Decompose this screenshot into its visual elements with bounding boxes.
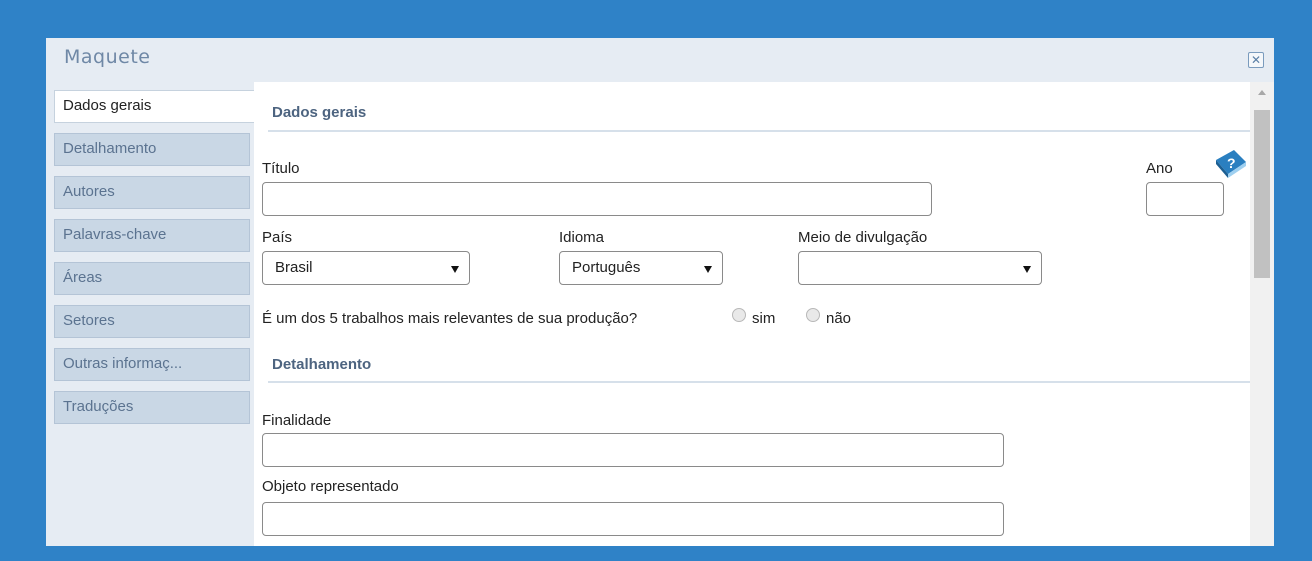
chevron-down-icon [1023,266,1031,273]
title-bar: Maquete ✕ [46,38,1274,82]
radio-nao-label: não [826,310,852,327]
titulo-label: Título [262,160,300,177]
dialog-window: Maquete ✕ Dados gerais Detalhamento Auto… [46,38,1274,546]
tab-palavras-chave[interactable]: Palavras-chave [54,219,250,252]
section-divider [268,130,1250,132]
pais-selected-value: Brasil [275,259,313,276]
finalidade-input[interactable] [262,433,1004,467]
tab-setores[interactable]: Setores [54,305,250,338]
section-title-detalhamento: Detalhamento [272,356,372,373]
tab-detalhamento[interactable]: Detalhamento [54,133,250,166]
scroll-thumb[interactable] [1254,110,1270,278]
form-content: Dados gerais ? Título Ano País Brasil Id… [254,82,1250,546]
idioma-label: Idioma [559,229,605,246]
chevron-down-icon [704,266,712,273]
section-title-dados-gerais: Dados gerais [272,104,367,121]
meio-divulgacao-select[interactable] [798,251,1042,285]
radio-nao[interactable] [806,308,820,322]
idioma-select[interactable]: Português [559,251,723,285]
tab-outras-informacoes[interactable]: Outras informaç... [54,348,250,381]
finalidade-label: Finalidade [262,412,332,429]
close-icon[interactable]: ✕ [1248,52,1264,68]
ano-input[interactable] [1146,182,1224,216]
pais-select[interactable]: Brasil [262,251,470,285]
section-divider [268,381,1250,383]
tab-areas[interactable]: Áreas [54,262,250,295]
pais-label: País [262,229,293,246]
relevante-question: É um dos 5 trabalhos mais relevantes de … [262,310,638,327]
window-title: Maquete [64,46,151,68]
chevron-down-icon [451,266,459,273]
sidebar: Dados gerais Detalhamento Autores Palavr… [46,82,254,546]
vertical-scrollbar[interactable] [1250,82,1274,546]
help-book-icon[interactable]: ? [1212,146,1248,182]
ano-label: Ano [1146,160,1173,177]
radio-sim-label: sim [752,310,776,327]
svg-text:?: ? [1227,155,1236,171]
tab-dados-gerais[interactable]: Dados gerais [54,90,254,123]
meio-divulgacao-label: Meio de divulgação [798,229,928,246]
objeto-representado-label: Objeto representado [262,478,399,495]
scroll-up-icon[interactable] [1258,90,1266,95]
radio-sim[interactable] [732,308,746,322]
objeto-representado-input[interactable] [262,502,1004,536]
titulo-input[interactable] [262,182,932,216]
tab-traducoes[interactable]: Traduções [54,391,250,424]
tab-autores[interactable]: Autores [54,176,250,209]
idioma-selected-value: Português [572,259,641,276]
